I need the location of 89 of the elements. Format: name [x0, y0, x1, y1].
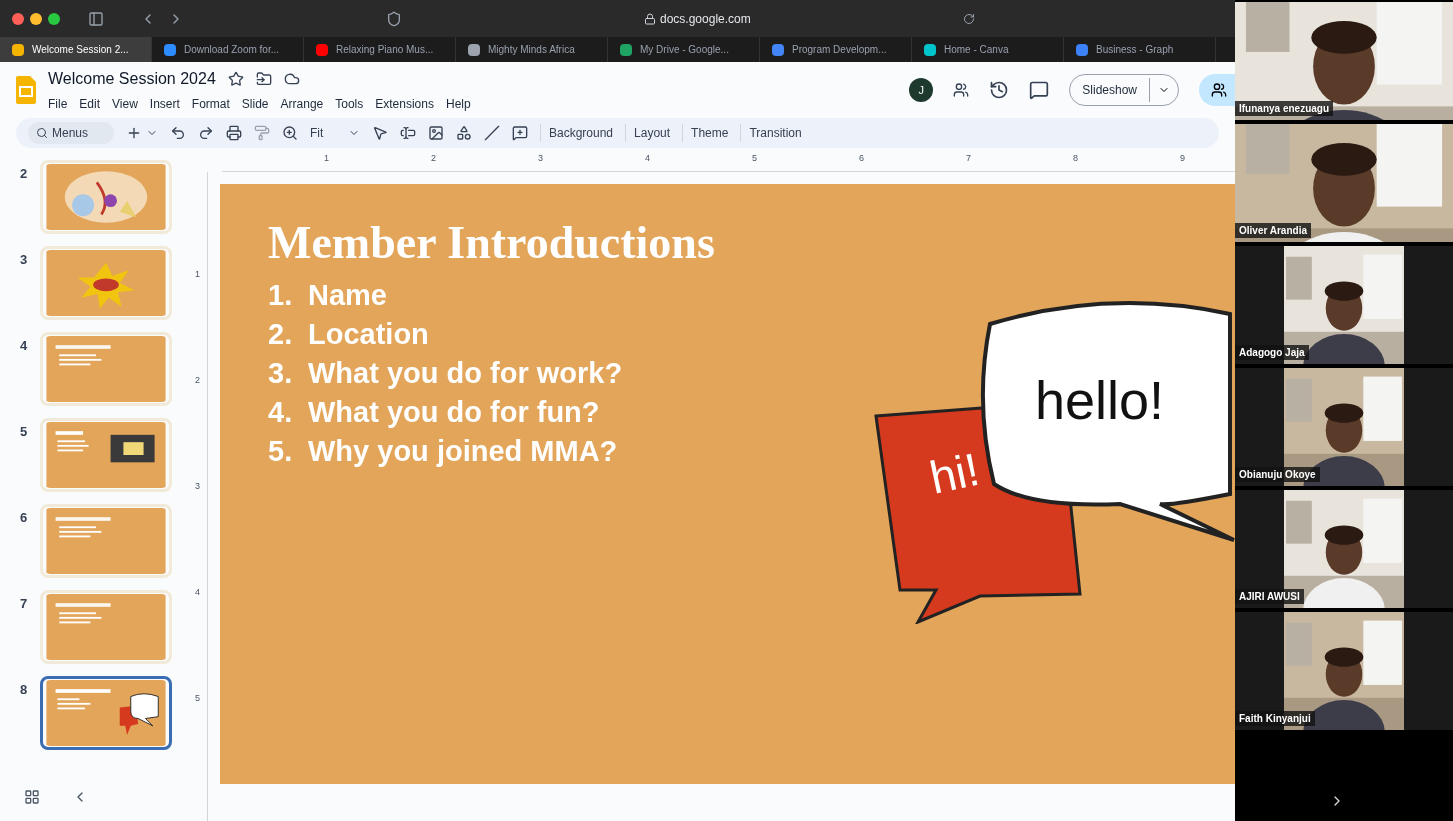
add-comment-icon[interactable] — [512, 125, 528, 141]
slide-number: 8 — [20, 681, 29, 699]
list-number: 2. — [268, 316, 294, 352]
ruler-number: 5 — [194, 692, 201, 705]
ruler-number: 3 — [537, 152, 544, 165]
search-placeholder: Menus — [52, 125, 89, 142]
search-icon — [36, 127, 48, 139]
ruler-number: 1 — [194, 268, 201, 281]
share-button[interactable] — [1199, 74, 1235, 106]
toolbar-button[interactable]: Background — [540, 124, 614, 142]
redo-icon[interactable] — [198, 125, 214, 141]
toolbar-button[interactable]: Transition — [740, 124, 802, 142]
shield-icon[interactable] — [386, 10, 402, 27]
list-item: Why you joined MMA? — [308, 433, 618, 469]
cloud-icon[interactable] — [283, 71, 300, 87]
ruler-number: 2 — [430, 152, 437, 165]
menu-item[interactable]: Edit — [79, 95, 101, 113]
grid-view-icon[interactable] — [24, 789, 40, 805]
print-icon[interactable] — [226, 125, 242, 141]
ruler-number: 4 — [644, 152, 651, 165]
menu-item[interactable]: Insert — [149, 95, 180, 113]
list-item: What you do for fun? — [308, 394, 600, 430]
slide-canvas[interactable]: Member Introductions 1. Name 2. Location 3. What you do for work? 4. What you do for fun? 5. Why you joined MMA? hi! hello! — [220, 184, 1235, 784]
participant-name: Ifunanya enezuagu — [1235, 101, 1333, 116]
menu-item[interactable]: View — [112, 95, 138, 113]
browser-tab[interactable]: Welcome Session 2... — [0, 37, 152, 62]
ruler-number: 8 — [1072, 152, 1079, 165]
lock-icon — [644, 12, 656, 25]
slide-number: 7 — [20, 595, 29, 613]
shapes-icon[interactable] — [456, 125, 472, 141]
reload-icon[interactable] — [962, 12, 975, 25]
document-title[interactable]: Welcome Session 2024 — [48, 67, 216, 91]
slide-number: 6 — [20, 509, 29, 527]
menu-item[interactable]: Extensions — [375, 95, 434, 113]
ruler-number: 4 — [194, 586, 201, 599]
list-item: Name — [308, 277, 387, 313]
text-box-icon[interactable] — [400, 125, 416, 141]
slide-number: 2 — [20, 165, 29, 183]
participant-name: Oliver Arandia — [1235, 223, 1311, 238]
zoom-value: Fit — [310, 125, 324, 142]
user-avatar[interactable]: J — [909, 78, 934, 102]
zoom-select[interactable]: Fit — [310, 124, 360, 142]
menu-item[interactable]: File — [48, 95, 68, 113]
slide-thumbnail[interactable] — [40, 676, 172, 750]
history-icon[interactable] — [989, 80, 1010, 100]
menu-item[interactable]: Format — [191, 95, 230, 113]
toolbar-button[interactable]: Layout — [625, 124, 671, 142]
menu-item[interactable]: Arrange — [280, 95, 324, 113]
slide-number: 5 — [20, 423, 29, 441]
menu-item[interactable]: Slide — [241, 95, 269, 113]
list-number: 1. — [268, 277, 294, 313]
slide-number: 3 — [20, 251, 29, 269]
line-icon[interactable] — [484, 125, 500, 141]
bubble-text: hello! — [1035, 370, 1165, 430]
share-icon — [1211, 82, 1227, 98]
toolbar-button[interactable]: Theme — [682, 124, 729, 142]
participant-name: Obianuju Okoye — [1235, 467, 1320, 482]
bubble-text: hi! — [925, 442, 984, 504]
star-icon[interactable] — [227, 71, 244, 87]
menu-item[interactable]: Help — [445, 95, 471, 113]
list-number: 4. — [268, 394, 294, 430]
list-item: What you do for work? — [308, 355, 623, 391]
comment-icon[interactable] — [1029, 80, 1050, 100]
participant-name: Adagogo Jaja — [1235, 345, 1309, 360]
undo-icon[interactable] — [170, 125, 186, 141]
slide-number: 4 — [20, 337, 29, 355]
ruler-number: 7 — [965, 152, 972, 165]
sidebar-icon[interactable] — [88, 10, 104, 27]
participant-name: Faith Kinyanjui — [1235, 711, 1315, 726]
list-number: 3. — [268, 355, 294, 391]
ruler-number: 5 — [751, 152, 758, 165]
address-field[interactable]: docs.google.com — [660, 9, 751, 28]
slide-title: Member Introductions — [268, 216, 716, 270]
people-icon[interactable] — [953, 82, 970, 98]
zoom-icon[interactable] — [282, 125, 298, 141]
select-icon[interactable] — [372, 125, 388, 141]
add-icon[interactable] — [126, 125, 142, 141]
menu-item[interactable]: Tools — [335, 95, 364, 113]
participant-name: AJIRI AWUSI — [1235, 589, 1304, 604]
list-number: 5. — [268, 433, 294, 469]
ruler-number: 3 — [194, 480, 201, 493]
ruler-number: 9 — [1179, 152, 1186, 165]
ruler-number: 6 — [858, 152, 865, 165]
ruler-number: 2 — [194, 374, 201, 387]
menus-search-field[interactable]: Menus — [28, 122, 114, 144]
list-item: Location — [308, 316, 429, 352]
folder-icon[interactable] — [255, 71, 272, 87]
image-icon[interactable] — [428, 125, 444, 141]
ruler-number: 1 — [323, 152, 330, 165]
